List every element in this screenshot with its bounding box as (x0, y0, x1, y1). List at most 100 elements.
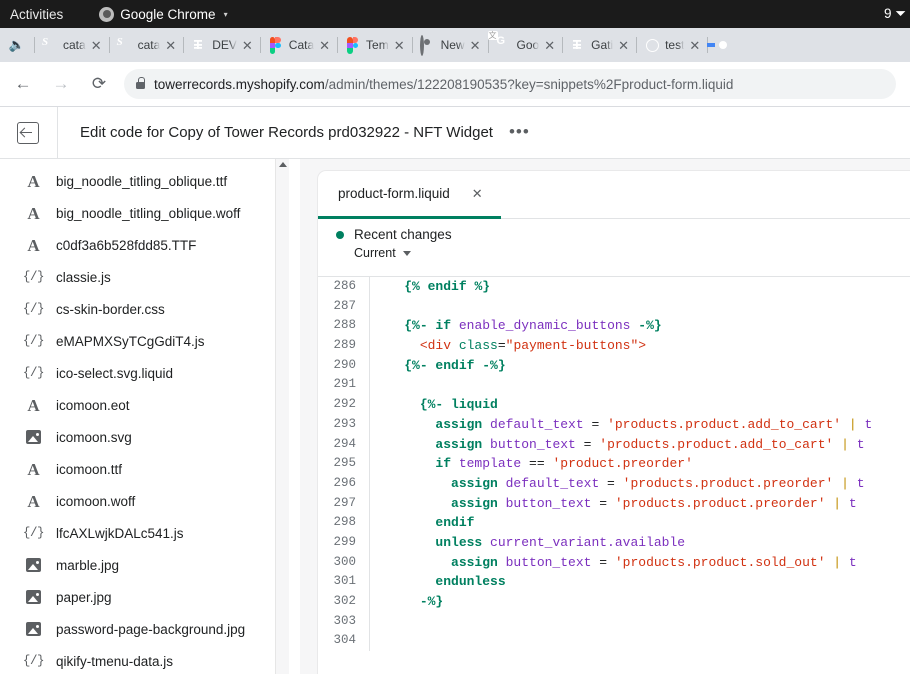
back-button[interactable]: ← (8, 69, 38, 99)
tab-title: DEV (212, 38, 237, 52)
code-line[interactable]: 287 (318, 297, 910, 317)
list-item[interactable]: A big_noodle_titling_oblique.ttf (0, 165, 300, 197)
line-content: assign button_text = 'products.product.p… (370, 494, 910, 514)
list-item[interactable]: {/} eMAPMXSyTCgGdiT4.js (0, 325, 300, 357)
code-line[interactable]: 304 (318, 631, 910, 651)
close-icon[interactable]: ✕ (618, 39, 629, 52)
list-item[interactable]: A icomoon.eot (0, 389, 300, 421)
tab-title: Tem (366, 38, 389, 52)
browser-tab[interactable]: New ✕ (413, 28, 488, 62)
figma-icon (345, 37, 361, 53)
line-number: 290 (318, 356, 370, 376)
list-item[interactable]: marble.jpg (0, 549, 300, 581)
file-list: A big_noodle_titling_oblique.ttf A big_n… (0, 159, 300, 674)
code-line[interactable]: 291 (318, 375, 910, 395)
header-divider (57, 107, 58, 159)
code-editor-pane: product-form.liquid ✕ Recent changes Cur… (300, 159, 910, 674)
url-text: towerrecords.myshopify.com/admin/themes/… (154, 77, 733, 92)
code-content[interactable]: 286 {% endif %} 287 288 {%- if enable_dy… (318, 277, 910, 651)
font-file-icon: A (24, 397, 43, 414)
close-icon[interactable]: ✕ (470, 39, 481, 52)
list-item[interactable]: {/} cs-skin-border.css (0, 293, 300, 325)
font-file-icon: A (24, 173, 43, 190)
code-line[interactable]: 288 {%- if enable_dynamic_buttons -%} (318, 316, 910, 336)
code-line[interactable]: 294 assign button_text = 'products.produ… (318, 435, 910, 455)
close-icon[interactable]: ✕ (394, 39, 405, 52)
code-file-icon: {/} (24, 366, 43, 380)
code-line[interactable]: 299 unless current_variant.available (318, 533, 910, 553)
close-icon[interactable]: ✕ (165, 39, 176, 52)
active-app-menu[interactable]: Google Chrome ▾ (99, 7, 227, 22)
code-line[interactable]: 293 assign default_text = 'products.prod… (318, 415, 910, 435)
browser-tab[interactable]: Tem ✕ (338, 28, 412, 62)
line-number: 300 (318, 553, 370, 573)
list-item[interactable]: icomoon.svg (0, 421, 300, 453)
page-title: Edit code for Copy of Tower Records prd0… (80, 124, 493, 141)
code-line[interactable]: 302 -%} (318, 592, 910, 612)
close-icon[interactable]: ✕ (242, 39, 253, 52)
browser-tab[interactable]: DEV ✕ (184, 28, 260, 62)
close-icon[interactable]: ✕ (91, 39, 102, 52)
code-line[interactable]: 297 assign button_text = 'products.produ… (318, 494, 910, 514)
sidebar-scrollbar[interactable] (276, 159, 289, 674)
scroll-up-icon[interactable] (279, 162, 287, 167)
browser-tab[interactable]: cata ✕ (35, 28, 109, 62)
line-content: assign default_text = 'products.product.… (370, 415, 910, 435)
editor-tab-bar: product-form.liquid ✕ (318, 171, 910, 219)
browser-tab[interactable]: test ✕ (637, 28, 707, 62)
browser-tab[interactable]: Gati ✕ (563, 28, 636, 62)
code-line[interactable]: 301 endunless (318, 572, 910, 592)
reload-button[interactable]: ⟳ (84, 69, 114, 99)
code-line[interactable]: 295 if template == 'product.preorder' (318, 454, 910, 474)
list-item[interactable]: password-page-background.jpg (0, 613, 300, 645)
recent-changes-row: Recent changes (336, 227, 910, 242)
line-content: <div class="payment-buttons"> (370, 336, 910, 356)
file-name: icomoon.woff (56, 494, 135, 509)
browser-tab[interactable]: Cata ✕ (261, 28, 337, 62)
line-content: assign default_text = 'products.product.… (370, 474, 910, 494)
line-content: endunless (370, 572, 910, 592)
chevron-down-icon (403, 251, 411, 256)
address-bar[interactable]: towerrecords.myshopify.com/admin/themes/… (124, 69, 896, 99)
version-select[interactable]: Current (354, 246, 910, 260)
more-actions-button[interactable]: ••• (509, 127, 530, 137)
list-item[interactable]: {/} classie.js (0, 261, 300, 293)
code-line[interactable]: 289 <div class="payment-buttons"> (318, 336, 910, 356)
forward-button[interactable]: → (46, 69, 76, 99)
tab-audio-indicator[interactable]: 🔈 (0, 28, 34, 62)
close-icon[interactable]: ✕ (544, 39, 555, 52)
list-item[interactable]: paper.jpg (0, 581, 300, 613)
code-line[interactable]: 290 {%- endif -%} (318, 356, 910, 376)
list-item[interactable]: A big_noodle_titling_oblique.woff (0, 197, 300, 229)
browser-tab[interactable] (708, 28, 731, 62)
code-line[interactable]: 303 (318, 612, 910, 632)
system-clock[interactable]: 9 ⏷ (884, 0, 906, 28)
list-item[interactable]: A icomoon.woff (0, 485, 300, 517)
list-item[interactable]: A icomoon.ttf (0, 453, 300, 485)
tab-title: Gati (591, 38, 613, 52)
activities-button[interactable]: Activities (10, 7, 63, 22)
line-number: 296 (318, 474, 370, 494)
close-icon[interactable]: ✕ (472, 186, 483, 202)
browser-tab[interactable]: cata ✕ (110, 28, 184, 62)
exit-to-app-icon[interactable] (17, 122, 39, 144)
list-item[interactable]: {/} ico-select.svg.liquid (0, 357, 300, 389)
line-number: 304 (318, 631, 370, 651)
code-line[interactable]: 298 endif (318, 513, 910, 533)
code-line[interactable]: 296 assign default_text = 'products.prod… (318, 474, 910, 494)
code-line[interactable]: 292 {%- liquid (318, 395, 910, 415)
tab-product-form-liquid[interactable]: product-form.liquid ✕ (318, 171, 501, 219)
file-name: qikify-tmenu-data.js (56, 654, 173, 669)
close-icon[interactable]: ✕ (319, 39, 330, 52)
code-line[interactable]: 286 {% endif %} (318, 277, 910, 297)
line-number: 288 (318, 316, 370, 336)
code-line[interactable]: 300 assign button_text = 'products.produ… (318, 553, 910, 573)
list-item[interactable]: {/} lfcAXLwjkDALc541.js (0, 517, 300, 549)
file-name: icomoon.eot (56, 398, 130, 413)
list-item[interactable]: {/} qikify-tmenu-data.js (0, 645, 300, 674)
close-icon[interactable]: ✕ (689, 39, 700, 52)
list-item[interactable]: A c0df3a6b528fdd85.TTF (0, 229, 300, 261)
file-name: ico-select.svg.liquid (56, 366, 173, 381)
browser-tab[interactable]: Goo ✕ (489, 28, 563, 62)
line-number: 295 (318, 454, 370, 474)
